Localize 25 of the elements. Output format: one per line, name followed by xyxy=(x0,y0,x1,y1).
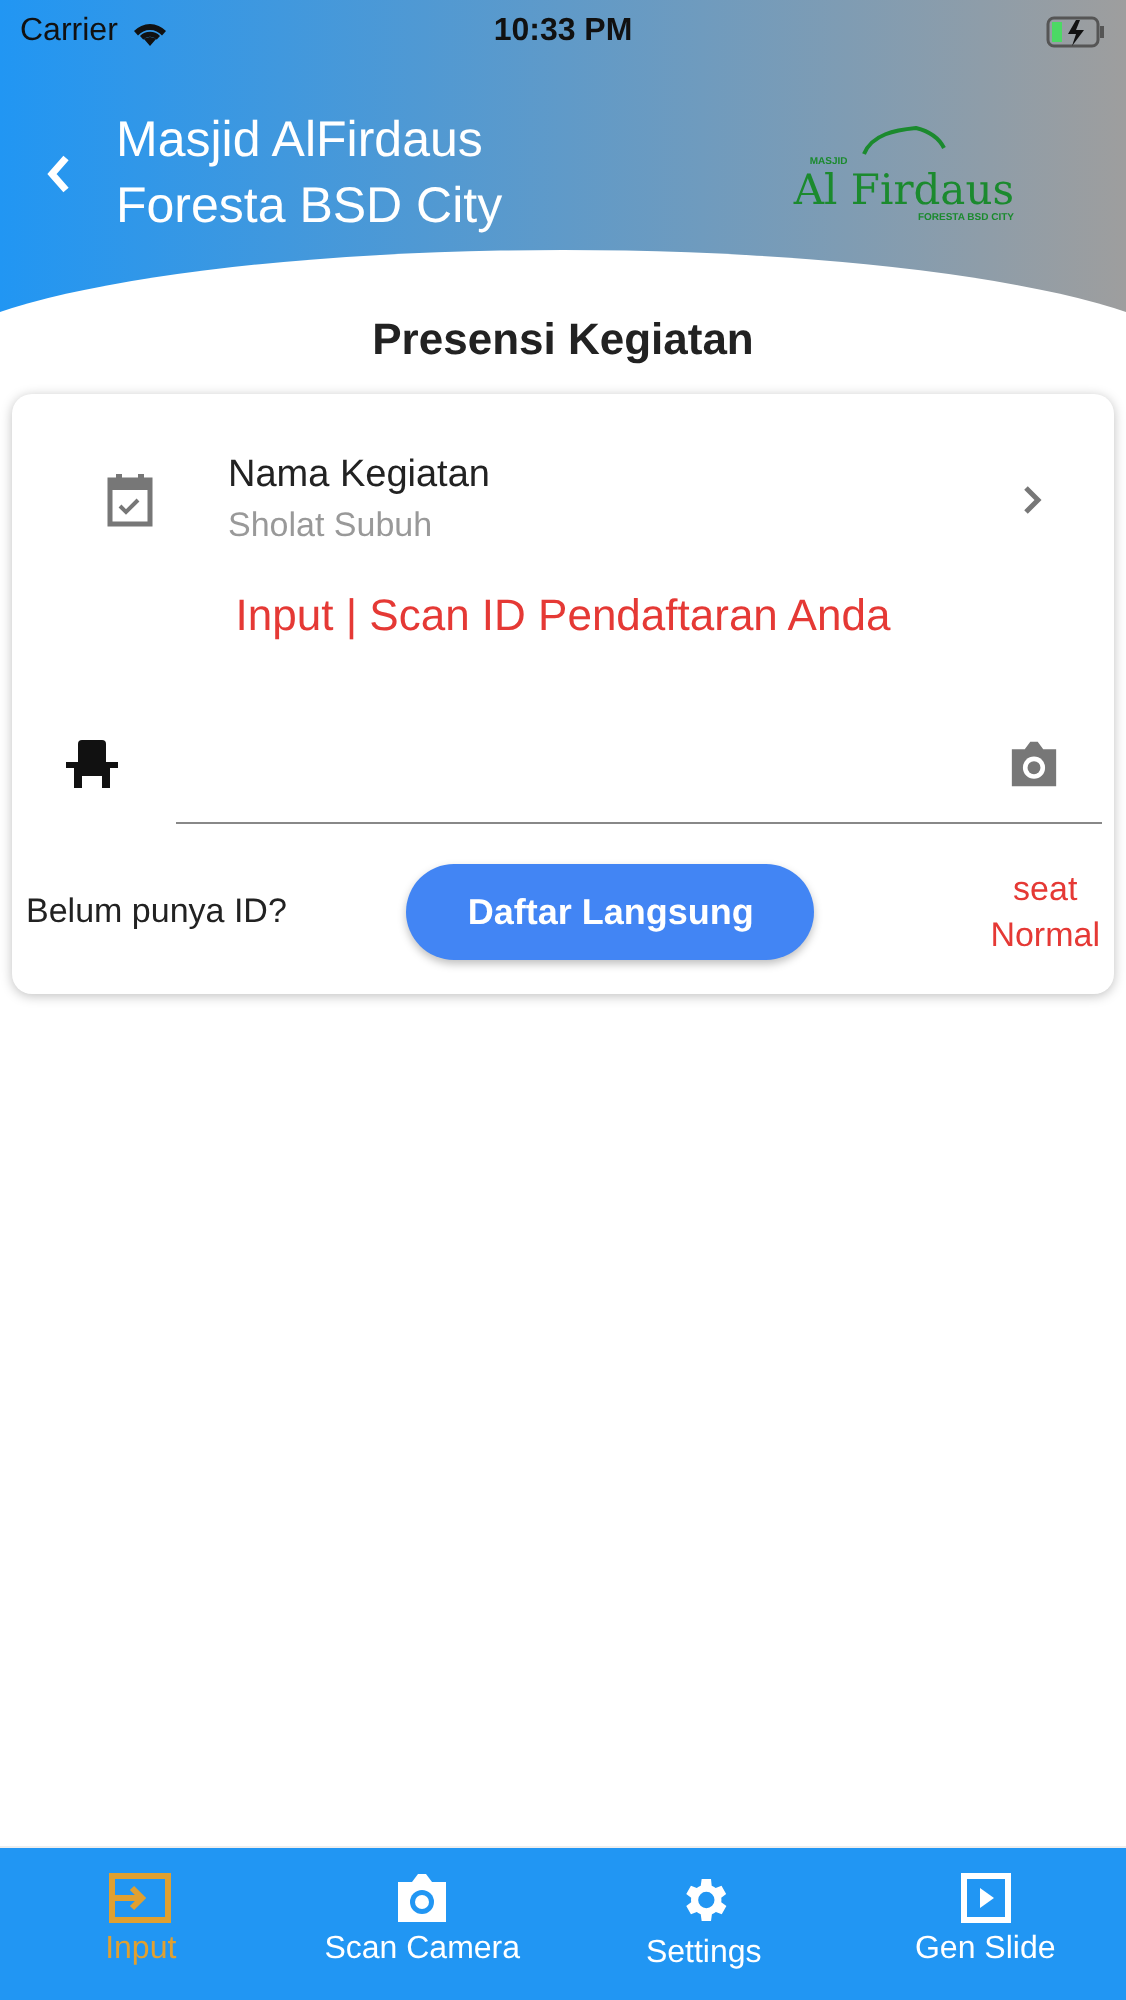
status-time: 10:33 PM xyxy=(493,14,633,50)
header-title: Masjid AlFirdaus xyxy=(116,110,485,172)
seat-type-text: seat xyxy=(1013,868,1078,912)
carrier-text: Carrier xyxy=(20,14,118,50)
no-id-text: Belum punya ID? xyxy=(26,892,287,932)
camera-icon[interactable] xyxy=(1006,740,1062,788)
chevron-right-icon[interactable] xyxy=(1022,484,1042,516)
logo-name: Al Firdaus xyxy=(793,167,1014,211)
activity-value: Sholat Subuh xyxy=(228,506,435,546)
seat-type-text: Normal xyxy=(990,914,1100,958)
input-icon xyxy=(108,1872,173,1924)
nav-tab[interactable]: Scan Camera xyxy=(281,1848,563,2000)
slide-play-icon xyxy=(959,1872,1012,1924)
page-title: Presensi Kegiatan xyxy=(372,314,754,366)
nav-tab[interactable]: Settings xyxy=(563,1848,845,2000)
scan-prompt: Input | Scan ID Pendaftaran Anda xyxy=(235,590,891,642)
seat-icon xyxy=(64,737,120,789)
header-title: Foresta BSD City xyxy=(116,176,503,238)
back-icon[interactable] xyxy=(44,152,72,196)
dome-icon xyxy=(861,125,946,155)
activity-label: Nama Kegiatan xyxy=(228,454,492,498)
nav-tab[interactable]: Gen Slide xyxy=(844,1848,1126,2000)
calendar-check-icon xyxy=(104,472,156,528)
battery-icon xyxy=(1046,16,1106,48)
register-button[interactable]: Daftar Langsung xyxy=(406,864,815,960)
